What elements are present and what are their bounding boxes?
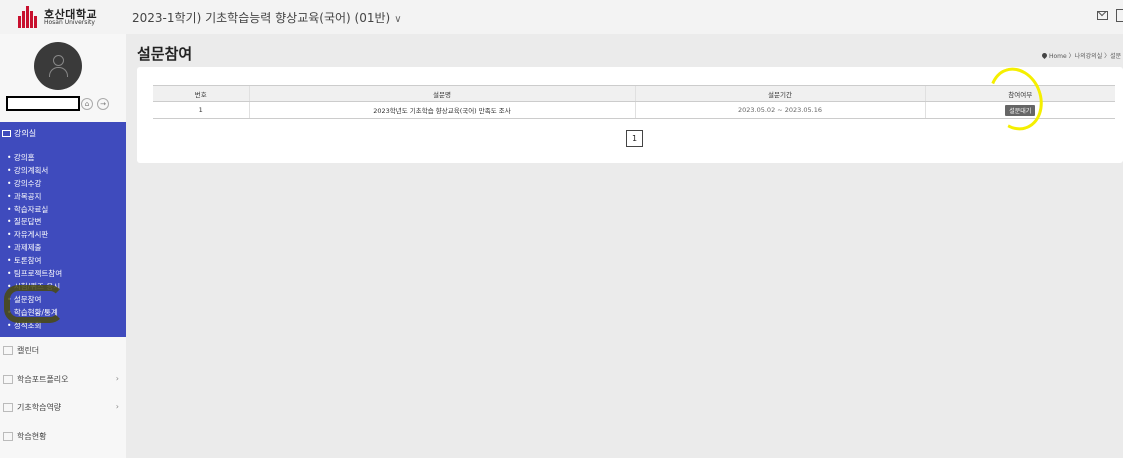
pagination-page[interactable]: 1 (626, 130, 643, 147)
chevron-down-icon: ∨ (394, 14, 402, 25)
calendar-icon (3, 346, 13, 355)
sidebar: ⌂ → 강의실 강의홈 강의계획서 강의수강 과목공지 학습자료실 질문답변 자… (0, 34, 126, 458)
sidebar-item-syllabus[interactable]: 강의계획서 (7, 165, 62, 178)
portfolio-icon (3, 375, 13, 384)
logout-icon[interactable]: → (97, 98, 109, 110)
cell-period: 2023.05.02 ~ 2023.05.16 (634, 101, 925, 119)
avatar (34, 42, 82, 90)
bar-chart-icon (3, 432, 13, 441)
sidebar-item-lectures[interactable]: 강의수강 (7, 178, 62, 191)
logo-mark-icon (18, 6, 38, 28)
sidebar-item-materials[interactable]: 학습자료실 (7, 204, 62, 217)
pencil-icon (3, 403, 13, 412)
classroom-menu-title[interactable]: 강의실 (2, 128, 36, 139)
table-header-row: 번호 설문명 설문기간 참여여부 (153, 85, 1115, 102)
sidebar-item-basic-competency[interactable]: 기초학습역량 › (0, 402, 126, 416)
sidebar-item-discussion[interactable]: 토론참여 (7, 255, 62, 268)
document-icon[interactable] (1116, 9, 1123, 22)
user-name-redacted (6, 96, 80, 111)
sidebar-item-portfolio[interactable]: 학습포트폴리오 › (0, 374, 126, 388)
column-header-number: 번호 (153, 85, 249, 102)
home-icon[interactable]: ⌂ (81, 98, 93, 110)
sidebar-item-course-home[interactable]: 강의홈 (7, 152, 62, 165)
chevron-right-icon: › (115, 374, 119, 383)
sidebar-item-calendar[interactable]: 캘린더 (0, 345, 126, 359)
user-head-icon (53, 55, 64, 66)
logo-name-en: Hosan University (44, 19, 95, 26)
survey-table: 번호 설문명 설문기간 참여여부 1 2023학년도 기초학습 향상교육(국어)… (153, 85, 1115, 119)
sidebar-item-assignments[interactable]: 과제제출 (7, 242, 62, 255)
course-title: 2023-1학기) 기초학습능력 향상교육(국어) (01반) (132, 11, 391, 25)
monitor-icon (2, 130, 11, 137)
sidebar-item-qna[interactable]: 질문답변 (7, 216, 62, 229)
table-row: 1 2023학년도 기초학습 향상교육(국어) 만족도 조사 2023.05.0… (153, 101, 1115, 119)
chevron-right-icon: › (115, 402, 119, 411)
top-bar: 호산대학교 Hosan University 2023-1학기) 기초학습능력 … (0, 0, 1123, 34)
survey-panel: 번호 설문명 설문기간 참여여부 1 2023학년도 기초학습 향상교육(국어)… (137, 67, 1123, 163)
course-selector[interactable]: 2023-1학기) 기초학습능력 향상교육(국어) (01반) ∨ (132, 9, 402, 26)
sidebar-item-free-board[interactable]: 자유게시판 (7, 229, 62, 242)
cell-number: 1 (153, 101, 249, 119)
sidebar-item-notices[interactable]: 과목공지 (7, 191, 62, 204)
university-logo[interactable]: 호산대학교 Hosan University (18, 6, 128, 28)
cell-survey-name[interactable]: 2023학년도 기초학습 향상교육(국어) 만족도 조사 (248, 101, 635, 119)
column-header-survey-name: 설문명 (248, 85, 635, 102)
location-pin-icon (1040, 51, 1049, 60)
breadcrumb: Home 〉나의강의실 〉설문 (1040, 51, 1121, 60)
user-body-icon (49, 67, 68, 77)
sidebar-item-team-project[interactable]: 팀프로젝트참여 (7, 268, 62, 281)
mail-icon[interactable] (1097, 11, 1108, 20)
column-header-period: 설문기간 (634, 85, 925, 102)
highlight-scribble (4, 285, 64, 323)
sidebar-item-learning-overview[interactable]: 학습현황 (0, 431, 126, 445)
page-title: 설문참여 (137, 45, 193, 63)
